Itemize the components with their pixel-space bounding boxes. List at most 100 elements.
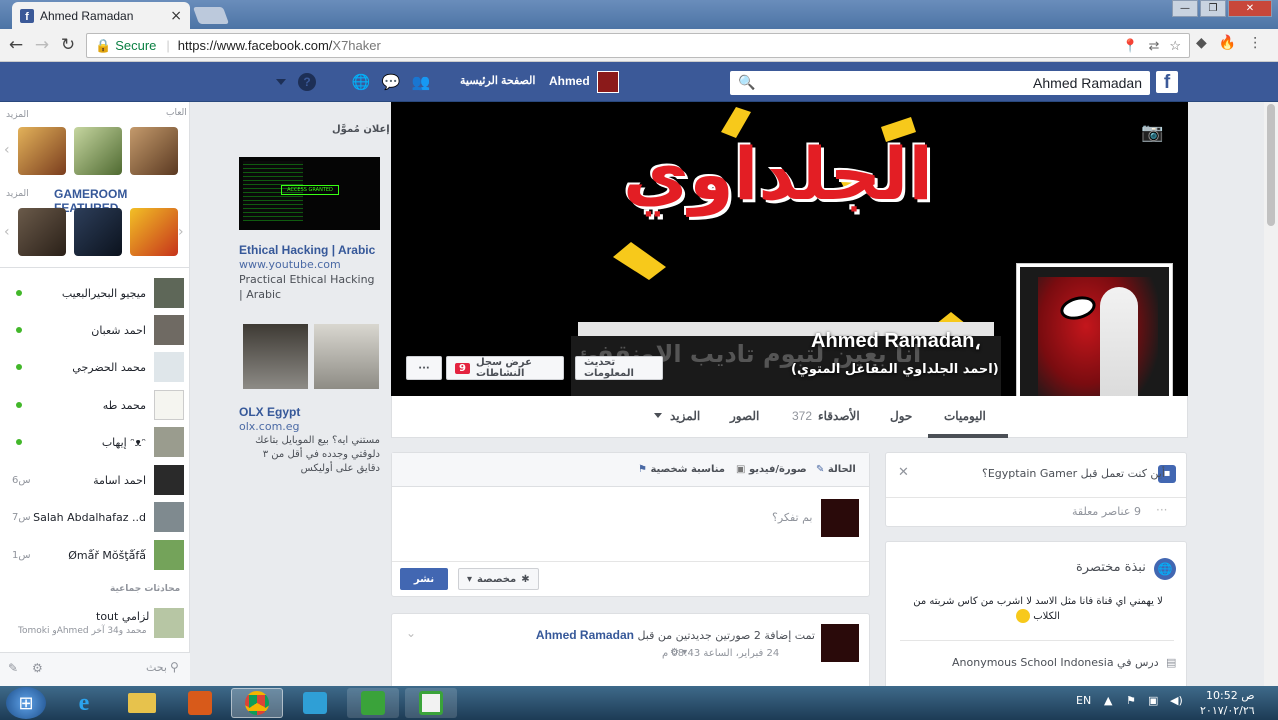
tab-friends[interactable]: الأصدقاء	[818, 409, 860, 423]
camtasia-icon[interactable]	[347, 688, 399, 718]
scrollbar-thumb[interactable]	[1267, 104, 1275, 226]
game-tile[interactable]	[130, 127, 178, 175]
network-icon[interactable]: ▣	[1148, 694, 1158, 707]
fire-extension-icon[interactable]: 🔥	[1219, 35, 1236, 51]
photo-video-tab[interactable]: ▣ صورة/فيديو	[736, 464, 807, 475]
pin-icon[interactable]: 📍	[1122, 38, 1138, 54]
close-icon[interactable]: ✕	[898, 465, 909, 480]
ad-title[interactable]: OLX Egypt	[239, 405, 300, 419]
user-avatar[interactable]	[597, 71, 619, 93]
audience-icon[interactable]: ⚙ ▾	[670, 647, 687, 658]
tab-close-icon[interactable]: ×	[170, 8, 182, 24]
help-icon[interactable]: ?	[298, 73, 316, 91]
new-message-icon[interactable]: ✎	[8, 661, 18, 675]
new-tab-button[interactable]	[192, 7, 230, 24]
life-event-tab[interactable]: ⚑ مناسبة شخصية	[638, 464, 725, 475]
group-name[interactable]: tout لزامي	[96, 610, 149, 623]
close-window-icon[interactable]: ✕	[1228, 0, 1272, 17]
search-input-value[interactable]: Ahmed Ramadan	[1033, 75, 1142, 91]
address-bar[interactable]: 🔒 Secure | https://www.facebook.com/X7ha…	[86, 33, 1190, 58]
notifications-globe-icon[interactable]: 🌐	[350, 73, 372, 93]
status-tab[interactable]: ✎ الحالة	[816, 464, 856, 475]
pending-items[interactable]: 9 عناصر معلقة	[1072, 505, 1141, 518]
settings-gear-icon[interactable]: ⚙	[32, 661, 43, 675]
study-line[interactable]: درس في Anonymous School Indonesia	[952, 656, 1159, 669]
more-dots-icon[interactable]: ···	[1156, 503, 1167, 517]
more-label-2[interactable]: المزيد	[6, 189, 29, 199]
ad-title[interactable]: Ethical Hacking | Arabic	[239, 243, 375, 257]
game-tile[interactable]	[74, 208, 122, 256]
language-indicator[interactable]: EN	[1076, 694, 1091, 707]
avatar[interactable]	[821, 624, 859, 662]
chat-friend-row[interactable]: محمد طه	[0, 387, 190, 423]
maximize-icon[interactable]: ❐	[1200, 0, 1226, 17]
chevron-right-icon[interactable]: ›	[178, 224, 184, 240]
chevron-down-icon[interactable]	[654, 413, 662, 418]
activity-log-button[interactable]: 9 عرض سجل النشاطات	[446, 356, 564, 380]
profile-link[interactable]: Ahmed	[549, 74, 590, 88]
camera-icon[interactable]: 📷	[1141, 122, 1163, 143]
back-arrow-icon[interactable]: ←	[6, 35, 26, 55]
extension-icon[interactable]: ◆	[1196, 35, 1207, 51]
more-label[interactable]: المزيد	[6, 110, 29, 120]
chevron-down-icon[interactable]: ⌄	[406, 626, 416, 640]
ad-image[interactable]: ACCESS GRANTED	[239, 157, 380, 230]
post-button[interactable]: نشر	[400, 568, 448, 590]
chat-friend-row[interactable]: ميجيو البحيرالبعيب	[0, 275, 190, 311]
translate-icon[interactable]: ⇄	[1148, 38, 1159, 54]
chrome-menu-icon[interactable]: ⋮	[1248, 35, 1262, 51]
bookmark-star-icon[interactable]: ☆	[1169, 38, 1181, 54]
privacy-selector[interactable]: ▾ مخصصة ✱	[458, 568, 539, 590]
game-tile[interactable]	[18, 208, 66, 256]
page-scrollbar[interactable]	[1264, 102, 1278, 686]
chat-search-input[interactable]: بحث	[146, 661, 167, 674]
chat-friend-row[interactable]: 1س Ømǻř Mŏšţǻfǻ	[0, 537, 190, 573]
chat-friend-row[interactable]: 7س Salah Abdalhafaz ..d	[0, 499, 190, 535]
internet-explorer-icon[interactable]: e	[58, 688, 110, 718]
minimize-icon[interactable]: —	[1172, 0, 1198, 17]
chrome-taskbar-icon[interactable]	[231, 688, 283, 718]
media-player-icon[interactable]	[174, 688, 226, 718]
browser-tab[interactable]: f Ahmed Ramadan ×	[12, 2, 190, 29]
ad-image[interactable]	[314, 324, 379, 389]
account-menu-caret-icon[interactable]	[276, 79, 286, 85]
chat-friend-row[interactable]: محمد الحضرجي	[0, 349, 190, 385]
messages-icon[interactable]: 💬	[380, 73, 402, 93]
clock-date[interactable]: ٢٠١٧/٠٢/٢٦	[1200, 704, 1255, 717]
ad-url[interactable]: www.youtube.com	[239, 258, 341, 271]
chat-friend-row[interactable]: 6س احمد اسامة	[0, 462, 190, 498]
start-button-icon[interactable]: ⊞	[6, 687, 46, 719]
app-taskbar-icon[interactable]	[289, 688, 341, 718]
game-tile[interactable]	[18, 127, 66, 175]
game-tile[interactable]	[130, 208, 178, 256]
composer-input[interactable]: بم تفكر؟	[772, 511, 813, 524]
friend-requests-icon[interactable]: 👥	[410, 73, 432, 93]
game-tile[interactable]	[74, 127, 122, 175]
workplace-question[interactable]: أين كنت تعمل قبل Egyptain Gamer؟	[982, 467, 1165, 480]
clock-time[interactable]: 10:52 ص	[1206, 689, 1255, 702]
tab-photos[interactable]: الصور	[730, 409, 759, 423]
tab-timeline[interactable]: اليوميات	[944, 409, 986, 423]
tab-more[interactable]: المزيد	[670, 409, 700, 423]
search-icon[interactable]: 🔍	[738, 75, 755, 91]
flag-tray-icon[interactable]: ⚑	[1126, 694, 1136, 707]
tab-about[interactable]: حول	[890, 409, 912, 423]
forward-arrow-icon[interactable]: →	[32, 35, 52, 55]
facebook-logo-icon[interactable]: f	[1156, 71, 1178, 93]
ad-image[interactable]	[243, 324, 308, 389]
search-icon[interactable]: ⚲	[170, 660, 179, 674]
home-link[interactable]: الصفحة الرئيسية	[460, 74, 535, 87]
file-explorer-icon[interactable]	[116, 688, 168, 718]
chevron-left-icon[interactable]: ‹	[4, 142, 10, 158]
post-author[interactable]: Ahmed Ramadan	[536, 628, 634, 642]
update-info-button[interactable]: تحديث المعلومات	[575, 356, 663, 380]
chat-friend-row[interactable]: إيهاب ᵔᴥᵔ	[0, 424, 190, 460]
volume-icon[interactable]: ◀)	[1170, 694, 1183, 707]
more-options-button[interactable]: ···	[406, 356, 442, 380]
profile-name[interactable]: Ahmed Ramadan ،	[811, 330, 981, 355]
tray-arrow-icon[interactable]: ▲	[1104, 694, 1112, 707]
facebook-search[interactable]: 🔍 Ahmed Ramadan	[730, 71, 1150, 95]
reload-icon[interactable]: ↻	[58, 35, 78, 55]
chat-friend-row[interactable]: احمد شعبان	[0, 312, 190, 348]
camtasia-recorder-icon[interactable]	[405, 688, 457, 718]
